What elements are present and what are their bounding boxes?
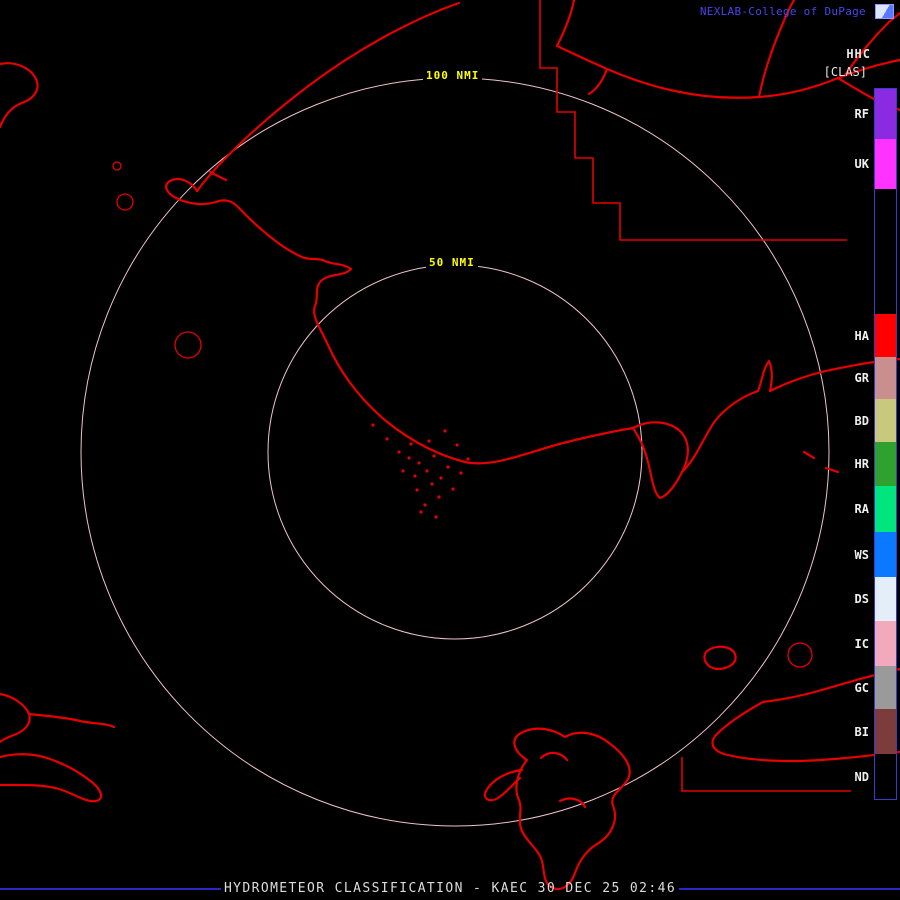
legend-swatch-ws (875, 532, 896, 577)
map-circle-3 (174, 331, 202, 359)
legend-label-bd: BD (854, 413, 869, 428)
coast-big-island (513, 727, 631, 891)
legend-label-gr: GR (854, 371, 869, 385)
legend-swatch-ds (875, 577, 896, 621)
coast-southeast (237, 206, 635, 465)
range-rings (80, 77, 830, 827)
map-circle-1 (116, 193, 134, 211)
product-code-label: HHC (846, 47, 871, 61)
legend-swatch-ra (875, 486, 896, 532)
legend-swatch-nd (875, 754, 896, 799)
coast-east-speck-1 (802, 450, 816, 460)
coast-nw-islet (208, 170, 228, 182)
legend-label-hr: HR (854, 457, 869, 471)
range-ring-label-100nmi: 100 NMI (423, 69, 483, 82)
range-ring-50nmi (267, 264, 643, 640)
legend-label-rf: RF (854, 107, 869, 121)
coastline-outlines (0, 0, 900, 891)
legend-label-ws: WS (854, 547, 869, 562)
legend-spacer (875, 189, 896, 314)
coast-bottomleft-line (27, 712, 116, 729)
coast-bottomright-island (703, 645, 737, 671)
legend-label-bi: BI (854, 724, 869, 739)
range-ring-label-50nmi: 50 NMI (426, 256, 478, 269)
legend-colorbar (874, 88, 897, 800)
map-circle-4 (787, 642, 813, 668)
map-circle-symbols (112, 161, 813, 668)
boundary-bottomright (681, 757, 851, 792)
legend-label-ic: IC (854, 636, 869, 651)
radar-map (0, 0, 900, 891)
range-ring-100nmi (80, 77, 830, 827)
legend-swatch-bd (875, 399, 896, 442)
legend-swatch-uk (875, 139, 896, 189)
boundary-stairstep (539, 0, 847, 241)
coast-bottomleft-squiggle (0, 753, 103, 803)
radar-echo-dots (371, 423, 470, 519)
legend-swatch-gr (875, 357, 896, 399)
coast-topleft-blob (0, 62, 39, 129)
brand-text: NEXLAB-College of DuPage (699, 5, 866, 18)
product-mode-label: [CLAS] (823, 65, 867, 79)
map-circle-2 (112, 161, 122, 171)
legend-label-uk: UK (854, 157, 869, 171)
legend-label-ha: HA (854, 328, 869, 343)
coast-topright-squiggle (587, 67, 609, 96)
legend-swatch-rf (875, 89, 896, 139)
cod-logo-icon (875, 4, 894, 19)
legend-swatch-bi (875, 709, 896, 754)
legend-label-ra: RA (854, 502, 869, 516)
footer-title: HYDROMETEOR CLASSIFICATION - KAEC 30 DEC… (223, 881, 677, 896)
radar-screen: 100 NMI 50 NMI NEXLAB-College of DuPage … (0, 0, 900, 900)
legend-swatch-hr (875, 442, 896, 486)
coast-bottomleft-blob (0, 692, 31, 744)
legend-swatch-gc (875, 666, 896, 709)
zone-boundaries (539, 0, 851, 792)
coast-big-island-detail-2 (558, 797, 587, 809)
legend-swatch-ic (875, 621, 896, 666)
legend-swatch-ha (875, 314, 896, 357)
coast-big-island-detail-1 (539, 751, 569, 762)
coast-bottomright (711, 667, 900, 763)
legend-label-gc: GC (854, 680, 869, 695)
coast-nw-arc (195, 1, 461, 193)
legend-label-nd: ND (854, 769, 869, 784)
legend-label-ds: DS (854, 592, 869, 606)
